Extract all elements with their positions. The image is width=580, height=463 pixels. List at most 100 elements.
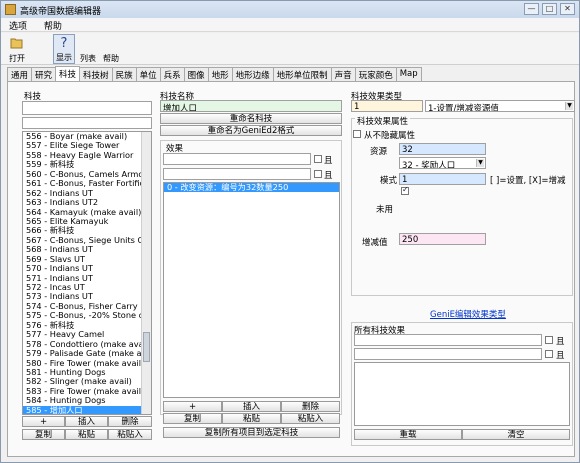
help-button[interactable]: 帮助: [101, 34, 121, 64]
all-effects-and-checkbox-2[interactable]: [545, 350, 553, 358]
tech-list-item[interactable]: 560 - C-Bonus, Camels Armor: [23, 170, 151, 179]
tech-search-input[interactable]: [22, 101, 152, 115]
resource-select[interactable]: 32 - 奖励人口 ▼: [399, 157, 486, 169]
clear-button[interactable]: 清空: [462, 429, 570, 440]
copy-effect-button[interactable]: 复制: [163, 413, 222, 424]
insert-effect-button[interactable]: 插入: [222, 401, 281, 412]
tech-list-item[interactable]: 566 - 新科技: [23, 226, 151, 235]
tech-list-item[interactable]: 579 - Palisade Gate (make avail: [23, 349, 151, 358]
delete-effect-button[interactable]: 删除: [281, 401, 340, 412]
all-effects-filter-1[interactable]: [354, 334, 542, 346]
tech-list-item[interactable]: 562 - Indians UT: [23, 189, 151, 198]
tab-1[interactable]: 研究: [31, 67, 57, 81]
menu-options[interactable]: 选项: [1, 18, 33, 32]
menu-bar: 选项 帮助: [1, 18, 579, 32]
tech-list-item[interactable]: 569 - Slavs UT: [23, 255, 151, 264]
title-bar: 高级帝国数据编辑器 — □ ✕: [1, 1, 579, 18]
all-effects-filter-2[interactable]: [354, 348, 542, 360]
effects-filter-1[interactable]: [163, 153, 311, 165]
all-effects-list[interactable]: [354, 362, 570, 426]
tech-list-item[interactable]: 571 - Indians UT: [23, 274, 151, 283]
tech-list-item[interactable]: 563 - Indians UT2: [23, 198, 151, 207]
tech-list-item[interactable]: 565 - Elite Kamayuk: [23, 217, 151, 226]
effects-and-checkbox-1[interactable]: [314, 155, 322, 163]
tech-list-item[interactable]: 581 - Hunting Dogs: [23, 368, 151, 377]
mode-field[interactable]: 1: [399, 173, 486, 185]
app-icon: [5, 4, 16, 15]
all-and-label-1: 且: [556, 337, 565, 347]
effect-item[interactable]: 0 - 改变资源：编号为32数量250: [164, 183, 339, 193]
effects-filter-2[interactable]: [163, 168, 311, 180]
minimize-button[interactable]: —: [524, 3, 539, 15]
insert-tech-button[interactable]: 插入: [65, 416, 108, 427]
reload-button[interactable]: 重载: [354, 429, 462, 440]
add-effect-button[interactable]: +: [163, 401, 222, 412]
tab-12[interactable]: 玩家颜色: [354, 67, 397, 81]
tab-10[interactable]: 地形单位限制: [272, 67, 332, 81]
all-effects-and-checkbox-1[interactable]: [545, 336, 553, 344]
tech-list-item[interactable]: 584 - Hunting Dogs: [23, 396, 151, 405]
tech-list-item[interactable]: 575 - C-Bonus, -20% Stone co:: [23, 311, 151, 320]
menu-help[interactable]: 帮助: [36, 18, 68, 32]
maximize-button[interactable]: □: [542, 3, 557, 15]
tab-11[interactable]: 声音: [330, 67, 356, 81]
copy-tech-button[interactable]: 复制: [22, 429, 65, 440]
rename-genied2-button[interactable]: 重命名为GeniEd2格式: [160, 125, 342, 136]
add-tech-button[interactable]: +: [22, 416, 65, 427]
tech-list-item[interactable]: 578 - Condottiero (make avail): [23, 340, 151, 349]
tech-list[interactable]: 556 - Boyar (make avail) 557 - Elite Sieg…: [22, 131, 152, 415]
tech-list-scrollbar[interactable]: [141, 132, 151, 414]
tech-list-item[interactable]: 583 - Fire Tower (make avail): [23, 387, 151, 396]
show-button[interactable]: ? 显示: [53, 34, 75, 64]
tab-13[interactable]: Map: [395, 67, 422, 81]
genie-effect-types-link[interactable]: GeniE编辑效果类型: [430, 308, 506, 320]
tech-list-item[interactable]: 567 - C-Bonus, Siege Units Che: [23, 236, 151, 245]
resource-field[interactable]: 32: [399, 143, 486, 155]
copy-all-to-selected-button[interactable]: 复制所有项目到选定科技: [163, 427, 340, 438]
open-button[interactable]: 打开: [5, 34, 29, 64]
tech-list-item[interactable]: 559 - 新科技: [23, 160, 151, 169]
effect-type-field[interactable]: 1: [351, 100, 423, 112]
tech-list-item[interactable]: 558 - Heavy Eagle Warrior: [23, 151, 151, 160]
tab-8[interactable]: 地形: [207, 67, 233, 81]
tech-list-item[interactable]: 582 - Slinger (make avail): [23, 377, 151, 386]
effects-list[interactable]: 0 - 改变资源：编号为32数量250: [163, 182, 340, 398]
tech-list-item[interactable]: 556 - Boyar (make avail): [23, 132, 151, 141]
paste-tech-button[interactable]: 粘贴: [65, 429, 108, 440]
tech-filter-input[interactable]: [22, 117, 152, 129]
tech-list-item[interactable]: 573 - Indians UT: [23, 292, 151, 301]
unused-label: 未用: [376, 205, 394, 215]
tech-list-item[interactable]: 568 - Indians UT: [23, 245, 151, 254]
tech-list-item[interactable]: 577 - Heavy Camel: [23, 330, 151, 339]
tab-0[interactable]: 通用: [7, 67, 33, 81]
tab-9[interactable]: 地形边缘: [231, 67, 274, 81]
tech-list-item[interactable]: 580 - Fire Tower (make avail): [23, 359, 151, 368]
tab-4[interactable]: 民族: [111, 67, 137, 81]
tab-7[interactable]: 图像: [183, 67, 209, 81]
tech-list-item[interactable]: 570 - Indians UT: [23, 264, 151, 273]
effects-and-checkbox-2[interactable]: [314, 170, 322, 178]
delete-tech-button[interactable]: 删除: [108, 416, 152, 427]
tab-5[interactable]: 单位: [135, 67, 161, 81]
tech-list-item[interactable]: 574 - C-Bonus, Fisher Carry +25: [23, 302, 151, 311]
never-hide-checkbox[interactable]: [353, 130, 361, 138]
effect-type-select[interactable]: 1-设置/增减资源值 ▼: [425, 100, 575, 112]
rename-tech-button[interactable]: 重命名科技: [160, 113, 342, 124]
paste-effect-button[interactable]: 粘贴: [222, 413, 281, 424]
amount-field[interactable]: 250: [399, 233, 486, 245]
tab-6[interactable]: 兵系: [159, 67, 185, 81]
tech-list-item[interactable]: 576 - 新科技: [23, 321, 151, 330]
mode-checkbox[interactable]: [401, 185, 409, 195]
tech-list-item[interactable]: 572 - Incas UT: [23, 283, 151, 292]
tech-list-item[interactable]: 561 - C-Bonus, Faster Fortificati: [23, 179, 151, 188]
close-button[interactable]: ✕: [560, 3, 575, 15]
list-button[interactable]: 列表: [77, 34, 99, 64]
tech-list-item[interactable]: 557 - Elite Siege Tower: [23, 141, 151, 150]
tech-list-item[interactable]: 564 - Kamayuk (make avail): [23, 208, 151, 217]
tab-3[interactable]: 科技树: [79, 67, 113, 81]
tab-2[interactable]: 科技: [55, 66, 81, 81]
paste-insert-effect-button[interactable]: 粘贴入: [281, 413, 340, 424]
tech-name-field[interactable]: 增加人口: [160, 100, 342, 112]
tech-list-item[interactable]: 585 - 增加人口: [23, 405, 151, 414]
paste-insert-tech-button[interactable]: 粘贴入: [108, 429, 152, 440]
